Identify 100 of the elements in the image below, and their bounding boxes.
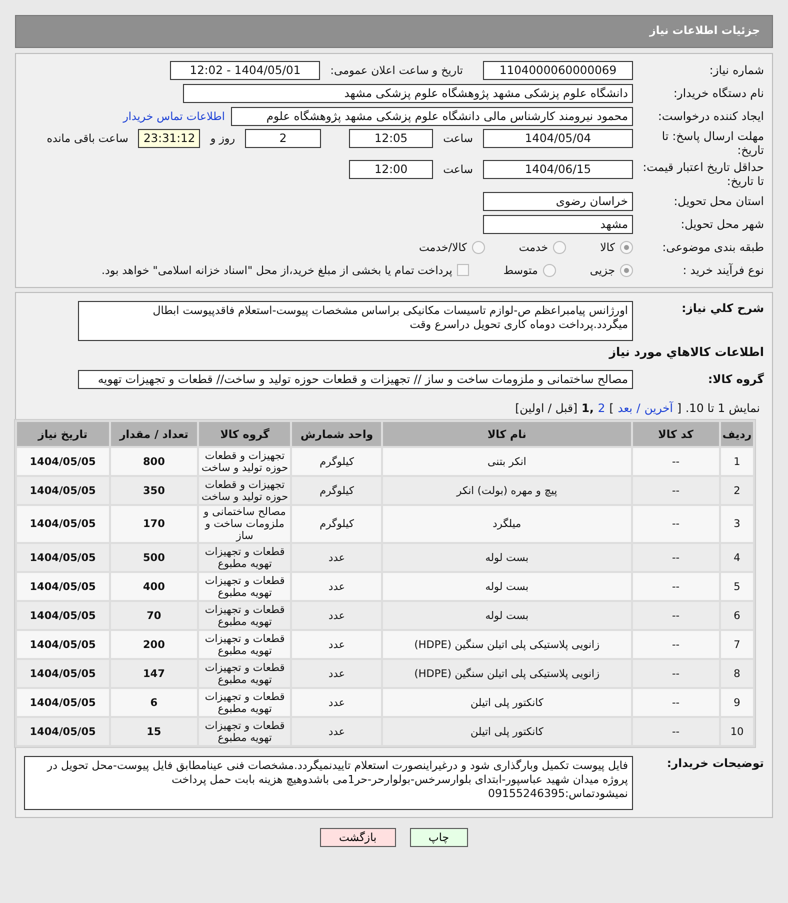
table-cell: 147: [110, 660, 198, 687]
table-cell: قطعات و تجهیزات تهویه مطبوع: [199, 689, 290, 716]
table-cell: کانکتور پلی اتیلن: [383, 718, 631, 745]
table-cell: تجهیزات و قطعات حوزه تولید و ساخت: [199, 448, 290, 475]
table-cell: کیلوگرم: [292, 448, 382, 475]
pager-link[interactable]: 2: [598, 401, 606, 415]
back-button[interactable]: بازگشت: [320, 828, 396, 847]
table-cell: عدد: [292, 602, 382, 629]
field-label: شماره نیاز:: [708, 63, 764, 77]
table-cell: قطعات و تجهیزات تهویه مطبوع: [199, 631, 290, 658]
table-cell: عدد: [292, 544, 382, 571]
table-cell: عدد: [292, 660, 382, 687]
field-label: طبقه بندی موضوعی:: [661, 240, 764, 254]
field-label: شرح کلي نیاز:: [680, 301, 764, 315]
radio-button[interactable]: [553, 240, 566, 254]
table-cell: بست لوله: [383, 573, 631, 600]
table-cell: --: [632, 689, 720, 716]
radio-button[interactable]: [542, 264, 556, 276]
remaining-time-field: 23:31:12: [138, 129, 200, 148]
table-cell: 6: [110, 689, 198, 716]
table-cell: قطعات و تجهیزات تهویه مطبوع: [199, 544, 290, 571]
table-cell: قطعات و تجهیزات تهویه مطبوع: [199, 573, 290, 600]
table-cell: 1404/05/05: [17, 573, 109, 600]
radio-button[interactable]: [620, 240, 633, 254]
pager-link[interactable]: بعد: [618, 401, 632, 415]
radio-label: جزیی: [590, 264, 615, 276]
table-cell: 500: [110, 544, 198, 571]
column-header: نام کالا: [383, 422, 631, 446]
table-cell: 1404/05/05: [17, 660, 109, 687]
field-label: ساعت: [442, 162, 474, 176]
pager-link[interactable]: آخرین: [644, 401, 673, 415]
field-label: روز و: [208, 131, 236, 145]
table-cell: عدد: [292, 718, 382, 745]
table-cell: بست لوله: [383, 544, 631, 571]
table-cell: میلگرد: [383, 506, 631, 542]
field-label: نام دستگاه خریدار:: [672, 86, 764, 100]
table-cell: --: [632, 718, 720, 745]
table-cell: زانویی پلاستیکی پلی اتیلن سنگین (HDPE): [383, 631, 631, 658]
table-cell: پیچ و مهره (بولت) انکر: [383, 477, 631, 504]
deadline-date-field: 1404/05/04: [483, 129, 633, 148]
column-header: گروه کالا: [199, 422, 290, 446]
radio-label: کالا: [600, 240, 615, 254]
field-label: مهلت ارسال پاسخ: تا تاریخ:: [660, 129, 764, 157]
pager-link[interactable]: /: [636, 401, 640, 415]
column-header: واحد شمارش: [292, 422, 382, 446]
checkbox[interactable]: [457, 264, 470, 276]
radio-label: خدمت: [518, 240, 548, 254]
city-field: مشهد: [483, 214, 633, 234]
pager-current-page: ,1: [581, 401, 594, 415]
print-button[interactable]: چاپ: [410, 828, 468, 847]
radio-button[interactable]: [472, 240, 485, 254]
pager-text: [: [676, 401, 682, 415]
table-cell: 1404/05/05: [17, 544, 109, 571]
table-cell: عدد: [292, 631, 382, 658]
need-number-field: 1104000060000069: [483, 60, 633, 80]
page-title: جزئیات اطلاعات نیاز: [650, 24, 760, 37]
buyer-contact-link[interactable]: اطلاعات تماس خریدار: [123, 110, 225, 122]
field-label: ساعت باقی مانده: [46, 131, 130, 145]
table-cell: تجهیزات و قطعات حوزه تولید و ساخت: [199, 477, 290, 504]
table-cell: --: [632, 660, 720, 687]
table-cell: 6: [721, 602, 753, 629]
table-cell: عدد: [292, 689, 382, 716]
days-field: 2: [245, 129, 322, 148]
table-cell: مصالح ساختمانی و ملزومات ساخت و ساز: [199, 506, 290, 542]
table-cell: 800: [110, 448, 198, 475]
pager-text: نمایش 1 تا 10.: [685, 401, 760, 415]
table-cell: --: [632, 602, 720, 629]
validity-date-field: 1404/06/15: [483, 160, 633, 179]
table-cell: بست لوله: [383, 602, 631, 629]
table-cell: 3: [721, 506, 753, 542]
column-header: کد کالا: [632, 422, 720, 446]
table-cell: --: [632, 544, 720, 571]
field-label: گروه کالا:: [707, 372, 764, 386]
table-cell: 170: [110, 506, 198, 542]
column-header: ردیف: [721, 422, 753, 446]
table-cell: 10: [721, 718, 753, 745]
table-cell: انکر بتنی: [383, 448, 631, 475]
table-cell: 1: [721, 448, 753, 475]
pager-text: ]: [609, 401, 614, 415]
table-cell: 7: [721, 631, 753, 658]
table-cell: 1404/05/05: [17, 448, 109, 475]
table-cell: --: [632, 631, 720, 658]
province-field: خراسان رضوی: [483, 192, 633, 210]
table-cell: 2: [721, 477, 753, 504]
table-cell: 1404/05/05: [17, 477, 109, 504]
table-cell: 1404/05/05: [17, 506, 109, 542]
table-cell: --: [632, 573, 720, 600]
table-cell: کیلوگرم: [292, 506, 382, 542]
field-label: توضیحات خریدار:: [666, 756, 764, 770]
table-cell: کانکتور پلی اتیلن: [383, 689, 631, 716]
field-label: استان محل تحویل:: [672, 194, 764, 208]
table-cell: قطعات و تجهیزات تهویه مطبوع: [199, 660, 290, 687]
table-cell: 1404/05/05: [17, 631, 109, 658]
table-cell: 350: [110, 477, 198, 504]
radio-button[interactable]: [620, 264, 633, 276]
checkbox-label: پرداخت تمام یا بخشی از مبلغ خرید،از محل "اسناد خزانه اسلامی" خواهد بود.: [102, 264, 452, 276]
table-cell: قطعات و تجهیزات تهویه مطبوع: [199, 602, 290, 629]
table-cell: 9: [721, 689, 753, 716]
field-label: حداقل تاریخ اعتبار قیمت: تا تاریخ:: [642, 160, 764, 188]
field-label: ساعت: [442, 131, 474, 145]
